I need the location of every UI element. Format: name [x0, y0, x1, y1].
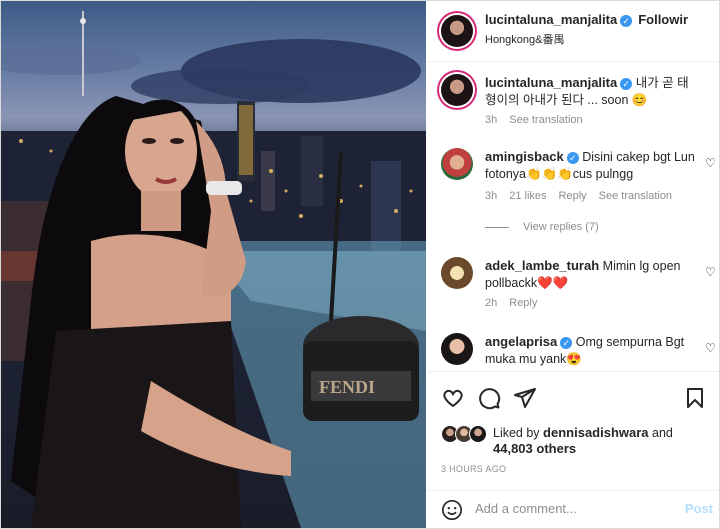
post-header: lucintaluna_manjalita ✓ Followir Hongkong&…: [427, 1, 719, 62]
reply-button[interactable]: Reply: [559, 190, 587, 202]
post-photo[interactable]: FENDI: [1, 1, 426, 528]
follow-button[interactable]: Followir: [638, 12, 688, 27]
emoji-icon[interactable]: [441, 499, 463, 521]
comment-input[interactable]: Add a comment...: [475, 501, 577, 516]
caption-text: lucintaluna_manjalita ✓ 내가 곧 태형이의 아내가 된다 …: [485, 74, 695, 109]
caption-author[interactable]: lucintaluna_manjalita: [485, 75, 617, 90]
post-timestamp[interactable]: 3 HOURS AGO: [441, 464, 506, 474]
heart-icon[interactable]: ♡: [705, 156, 717, 170]
add-comment-bar: Add a comment... Post: [427, 490, 719, 528]
author-avatar[interactable]: [441, 15, 473, 47]
comment-meta: 2h Reply: [485, 297, 549, 309]
commenter-avatar[interactable]: [441, 148, 473, 180]
verified-icon: ✓: [560, 336, 573, 349]
svg-text:FENDI: FENDI: [319, 377, 375, 397]
share-icon[interactable]: [513, 386, 537, 410]
comments-list[interactable]: lucintaluna_manjalita ✓ 내가 곧 태형이의 아내가 된다 …: [427, 62, 719, 371]
caption-age: 3h: [485, 114, 498, 126]
comment-text: amingisback ✓ Disini cakep bgt Lun fotony…: [485, 148, 695, 183]
comment-age: 2h: [485, 297, 498, 309]
post-location[interactable]: Hongkong&番禺: [485, 31, 565, 47]
comment-meta: 3h 21 likes Reply See translation: [485, 190, 684, 202]
see-translation-link[interactable]: See translation: [509, 114, 582, 126]
heart-icon[interactable]: ♡: [705, 341, 717, 355]
liker-avatar[interactable]: [469, 425, 487, 443]
heart-icon[interactable]: [441, 386, 465, 410]
comment-text: angelaprisa ✓ Omg sempurna Bgt muka mu ya…: [485, 333, 695, 368]
commenter-avatar[interactable]: [441, 257, 473, 289]
comment-author[interactable]: angelaprisa: [485, 334, 557, 349]
comment-author[interactable]: amingisback: [485, 149, 564, 164]
caption-meta: 3h See translation: [485, 114, 595, 126]
author-username[interactable]: lucintaluna_manjalita: [485, 12, 617, 27]
post-sidebar: lucintaluna_manjalita ✓ Followir Hongkong&…: [427, 1, 719, 528]
photo-illustration: FENDI: [1, 11, 426, 528]
post-actions: Liked by dennisadishwara and 44,803 othe…: [427, 371, 719, 528]
verified-icon: ✓: [620, 14, 633, 27]
view-replies-label: View replies (7): [523, 221, 599, 233]
liked-by-user[interactable]: dennisadishwara: [543, 425, 648, 440]
bookmark-icon[interactable]: [683, 386, 707, 410]
liked-by-and: and: [652, 426, 673, 440]
comment-text: adek_lambe_turah Mimin lg open pollbackk…: [485, 257, 695, 292]
see-translation-link[interactable]: See translation: [599, 190, 672, 202]
liked-by-text: Liked by dennisadishwara and 44,803 othe…: [493, 425, 719, 457]
liked-by-prefix: Liked by: [493, 426, 540, 440]
reply-button[interactable]: Reply: [509, 297, 537, 309]
post-comment-button[interactable]: Post: [685, 501, 713, 516]
verified-icon: ✓: [566, 151, 579, 164]
commenter-avatar[interactable]: [441, 333, 473, 365]
comment-author[interactable]: adek_lambe_turah: [485, 258, 599, 273]
caption-avatar[interactable]: [441, 74, 473, 106]
verified-icon: ✓: [620, 77, 633, 90]
view-replies-button[interactable]: View replies (7): [485, 221, 599, 233]
comment-likes[interactable]: 21 likes: [509, 190, 546, 202]
instagram-post-modal: FENDI lucintaluna_manjalita ✓ Followir H…: [0, 0, 720, 529]
divider-line: [485, 226, 509, 228]
heart-icon[interactable]: ♡: [705, 265, 717, 279]
author-name-row: lucintaluna_manjalita ✓ Followir: [485, 12, 688, 27]
comment-age: 3h: [485, 190, 498, 202]
liked-by-others[interactable]: 44,803 others: [493, 441, 576, 456]
comment-icon[interactable]: [477, 386, 501, 410]
